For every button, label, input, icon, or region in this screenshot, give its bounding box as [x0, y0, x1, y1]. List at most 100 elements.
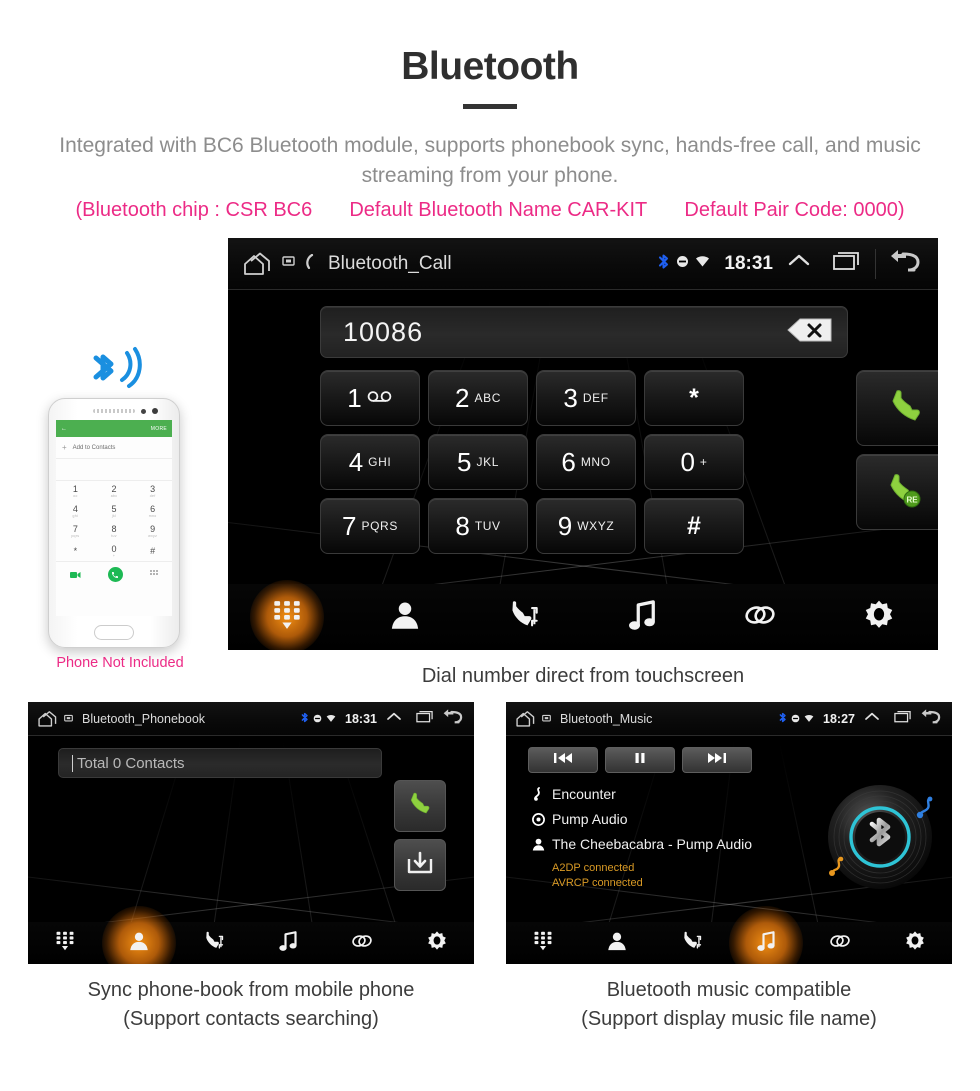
music-track-info: Encounter Pump Audio The Cheebacabra - P… [528, 786, 752, 891]
link-icon [352, 931, 373, 956]
contacts-search-input[interactable]: Total 0 Contacts [58, 748, 382, 778]
phone-key-8: 8 tuv [95, 521, 134, 541]
phone-key-digit: 4 [72, 503, 78, 514]
bluetooth-call-screen: Bluetooth_Call 18:31 10086 1 2 ABC 3 DEF… [228, 238, 938, 650]
redial-icon: RE [882, 470, 930, 515]
screen-icon[interactable] [542, 710, 551, 728]
key-digit: 8 [455, 511, 470, 541]
phone-call-icon [107, 567, 123, 582]
home-icon[interactable] [37, 710, 59, 728]
redial-button[interactable]: RE [856, 454, 938, 530]
nav-item-settings[interactable] [400, 922, 474, 964]
artist-title: The Cheebacabra - Pump Audio [552, 836, 753, 852]
nav-item-pair[interactable] [325, 922, 399, 964]
download-icon [407, 851, 433, 880]
call-log-icon [204, 931, 224, 956]
music-note-icon [756, 930, 776, 956]
music-caption-line1: Bluetooth music compatible [606, 979, 852, 1001]
chevron-up-icon[interactable] [787, 252, 811, 275]
music-clock: 18:27 [823, 711, 855, 726]
contact-icon [528, 838, 548, 851]
key-hash[interactable]: # [644, 498, 744, 554]
phone-key-2: 2 abc [95, 481, 134, 501]
dial-number-field[interactable]: 10086 [320, 306, 848, 358]
nav-item-call-log[interactable] [655, 922, 729, 964]
nav-item-keypad[interactable] [28, 922, 102, 964]
key-4[interactable]: 4 GHI [320, 434, 420, 490]
nav-item-keypad[interactable] [228, 584, 346, 650]
nav-item-call-log[interactable] [177, 922, 251, 964]
phonebook-statusbar-left: Bluetooth_Phonebook [37, 710, 205, 728]
nav-item-settings[interactable] [878, 922, 952, 964]
nav-item-contacts[interactable] [102, 922, 176, 964]
phone-key-letters: def [149, 493, 156, 498]
recents-icon[interactable] [833, 251, 859, 276]
key-9[interactable]: 9 WXYZ [536, 498, 636, 554]
key-letters: JKL [476, 455, 499, 469]
bluetooth-signal-icon [78, 344, 152, 400]
nav-item-contacts[interactable] [346, 584, 464, 650]
key-1[interactable]: 1 [320, 370, 420, 426]
key-star[interactable]: * [644, 370, 744, 426]
key-6[interactable]: 6 MNO [536, 434, 636, 490]
key-5[interactable]: 5 JKL [428, 434, 528, 490]
nav-item-pair[interactable] [701, 584, 819, 650]
contact-icon [607, 931, 627, 956]
home-icon[interactable] [515, 710, 537, 728]
nav-item-music[interactable] [251, 922, 325, 964]
nav-item-music[interactable] [729, 922, 803, 964]
nav-item-music[interactable] [583, 584, 701, 650]
bluetooth-phonebook-screen: Bluetooth_Phonebook 18:31 Total 0 Contac… [28, 702, 474, 964]
key-digit: 6 [561, 447, 576, 477]
call-button[interactable] [856, 370, 938, 446]
track-row: Encounter [528, 786, 752, 802]
key-7[interactable]: 7 PQRS [320, 498, 420, 554]
key-letters: DEF [582, 391, 609, 405]
chevron-up-icon[interactable] [386, 710, 402, 728]
nav-item-contacts[interactable] [580, 922, 654, 964]
key-2[interactable]: 2 ABC [428, 370, 528, 426]
home-icon[interactable] [242, 251, 274, 277]
key-digit: 1 [347, 383, 362, 413]
back-icon[interactable] [890, 248, 924, 279]
phone-key-digit: 5 [111, 503, 117, 514]
phonebook-clock: 18:31 [345, 711, 377, 726]
nav-item-pair[interactable] [803, 922, 877, 964]
phone-key-letters: jkl [111, 513, 117, 518]
key-8[interactable]: 8 TUV [428, 498, 528, 554]
keypad-row: 1 2 ABC 3 DEF * [320, 370, 848, 426]
key-digit: 9 [557, 511, 573, 541]
pause-button[interactable] [605, 747, 675, 773]
dialer-navbar [228, 584, 938, 650]
recents-icon[interactable] [416, 710, 433, 728]
call-button[interactable] [394, 780, 446, 832]
back-icon[interactable] [921, 708, 943, 730]
nav-item-keypad[interactable] [506, 922, 580, 964]
key-3[interactable]: 3 DEF [536, 370, 636, 426]
download-contacts-button[interactable] [394, 839, 446, 891]
chevron-up-icon[interactable] [864, 710, 880, 728]
nav-item-call-log[interactable] [465, 584, 583, 650]
bluetooth-icon [779, 710, 787, 728]
title-divider [463, 104, 517, 109]
screen-icon[interactable] [64, 710, 73, 728]
phonebook-statusbar-right: 18:31 [301, 708, 465, 730]
phone-key-6: 6 mno [133, 501, 172, 521]
wifi-icon [326, 710, 336, 728]
next-track-button[interactable] [682, 747, 752, 773]
phonebook-caption-line1: Sync phone-book from mobile phone [87, 979, 415, 1001]
screen-icon[interactable] [282, 255, 295, 273]
backspace-icon[interactable] [787, 317, 833, 348]
album-row: Pump Audio [528, 811, 752, 827]
keypad-icon [533, 931, 553, 956]
previous-track-button[interactable] [528, 747, 598, 773]
svg-text:RE: RE [906, 495, 918, 504]
back-icon[interactable] [443, 708, 465, 730]
wifi-icon [804, 710, 814, 728]
music-note-icon [627, 599, 657, 635]
nav-item-settings[interactable] [820, 584, 938, 650]
recents-icon[interactable] [894, 710, 911, 728]
key-0[interactable]: 0 + [644, 434, 744, 490]
phone-small-icon[interactable] [303, 253, 316, 274]
spec-pair-code: Default Pair Code: 0000) [684, 198, 905, 221]
